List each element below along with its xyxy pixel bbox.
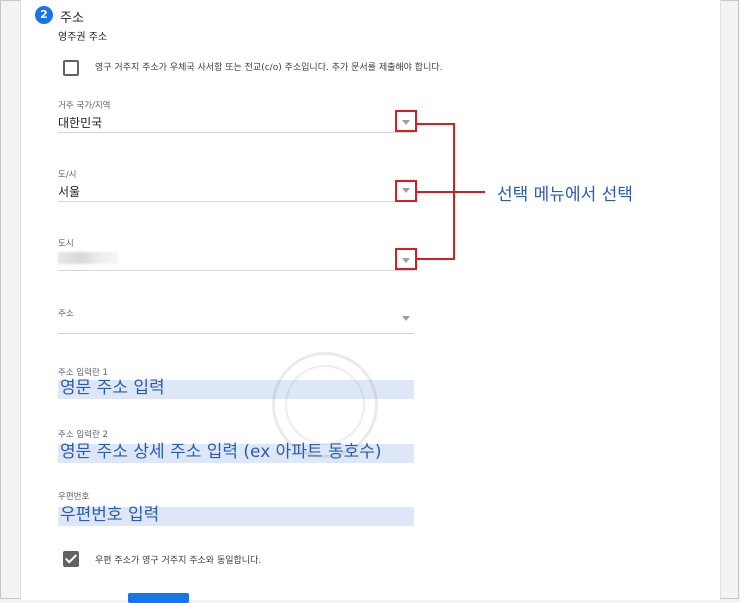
annotation-bracket-pointer	[455, 191, 485, 193]
annotation-bracket-middle	[417, 191, 455, 193]
care-of-checkbox[interactable]	[63, 60, 79, 76]
section-title: 주소	[60, 11, 84, 26]
step-number-badge: 2	[35, 6, 53, 24]
address-line-1-value: 영문 주소 입력	[60, 378, 165, 398]
address-line-1-label: 주소 입력란 1	[58, 368, 108, 378]
same-address-checkbox-label: 우편 주소가 영구 거주지 주소와 동일합니다.	[95, 556, 262, 566]
annotation-bracket-top	[417, 123, 455, 125]
address-line-2-value: 영문 주소 상세 주소 입력 (ex 아파트 동호수)	[60, 442, 382, 462]
care-of-checkbox-label: 영구 거주지 주소가 우체국 사서함 또는 전교(c/o) 주소입니다. 추가 …	[95, 63, 443, 73]
address-dropdown-arrow-icon[interactable]	[402, 316, 410, 321]
province-arrow-highlight-box	[395, 180, 417, 202]
next-button[interactable]	[128, 593, 189, 603]
city-select-value-blurred[interactable]	[58, 252, 118, 264]
province-select-value[interactable]: 서울	[58, 183, 80, 200]
postal-code-label: 우편번호	[58, 492, 90, 502]
section-subtitle: 영주권 주소	[58, 32, 108, 43]
address-select-underline	[58, 333, 414, 334]
country-arrow-highlight-box	[395, 110, 417, 132]
province-label: 도/시	[58, 170, 77, 180]
annotation-label: 선택 메뉴에서 선택	[497, 185, 633, 205]
annotation-bracket-bottom	[417, 258, 455, 260]
country-select-underline	[58, 132, 414, 133]
country-select-value[interactable]: 대한민국	[58, 114, 102, 131]
city-select-underline	[58, 270, 414, 271]
same-address-checkbox[interactable]	[63, 551, 79, 567]
postal-code-value: 우편번호 입력	[60, 505, 160, 525]
city-arrow-highlight-box	[395, 248, 417, 270]
province-select-underline	[58, 201, 414, 202]
city-label: 도시	[58, 239, 74, 249]
address-label: 주소	[58, 309, 74, 319]
address-line-2-label: 주소 입력란 2	[58, 430, 108, 440]
country-label: 거주 국가/지역	[58, 101, 111, 111]
